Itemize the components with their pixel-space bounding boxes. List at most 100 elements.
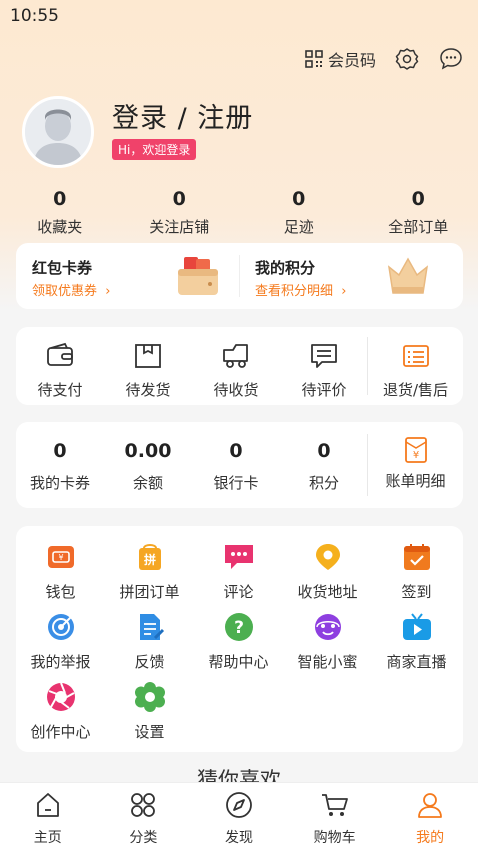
order-label: 待支付 — [37, 381, 83, 399]
location-icon — [315, 544, 340, 570]
stat-label: 足迹 — [283, 218, 314, 236]
coupon-entry[interactable]: 红包卡券 领取优惠券 › — [16, 243, 239, 309]
tool-label: 智能小蜜 — [297, 653, 358, 671]
promo-card: 红包卡券 领取优惠券 › 我的积分 查看积分明细 › — [16, 243, 463, 309]
tab-mine[interactable]: 我的 — [382, 783, 478, 850]
calendar-check-icon — [403, 544, 430, 570]
tool-feedback[interactable]: 反馈 — [105, 612, 194, 672]
member-code-label: 会员码 — [327, 51, 376, 70]
tab-discover[interactable]: 发现 — [191, 783, 287, 850]
home-icon — [36, 793, 59, 817]
stat-value: 0 — [53, 188, 67, 210]
bill-icon: ¥ — [404, 437, 427, 463]
stat-value: 0 — [292, 188, 306, 210]
help-glyph: ? — [234, 618, 244, 638]
asset-bank-cards[interactable]: 0 银行卡 — [192, 422, 280, 508]
stat-label: 全部订单 — [388, 218, 449, 236]
member-code-button[interactable]: 会员码 — [304, 47, 376, 71]
tab-label: 我的 — [416, 830, 445, 846]
comment-icon — [311, 344, 337, 368]
cart-icon — [321, 794, 348, 816]
tool-label: 反馈 — [134, 653, 165, 671]
avatar[interactable] — [22, 96, 94, 168]
tool-creator-center[interactable]: 创作中心 — [16, 682, 105, 742]
tool-my-reports[interactable]: 我的举报 — [16, 612, 105, 672]
order-label: 待收货 — [213, 381, 259, 399]
tool-label: 帮助中心 — [208, 653, 269, 671]
coupon-link[interactable]: 领取优惠券 — [32, 284, 97, 299]
tool-settings[interactable]: 设置 — [105, 682, 194, 742]
stat-footprints[interactable]: 0 足迹 — [239, 188, 359, 237]
asset-value: 0 — [229, 440, 243, 462]
tool-label: 创作中心 — [30, 723, 91, 741]
tool-shipping-address[interactable]: 收货地址 — [283, 542, 372, 602]
order-returns[interactable]: 退货/售后 — [368, 327, 463, 405]
points-entry[interactable]: 我的积分 查看积分明细 › — [239, 243, 462, 309]
asset-value: 0.00 — [124, 440, 172, 462]
box-icon — [135, 344, 161, 368]
stat-followed-stores[interactable]: 0 关注店铺 — [120, 188, 240, 237]
default-avatar-icon — [25, 99, 91, 165]
header-actions: 会员码 — [304, 46, 464, 72]
order-pending-review[interactable]: 待评价 — [280, 327, 368, 405]
tab-cart[interactable]: 购物车 — [287, 783, 383, 850]
message-icon[interactable] — [438, 46, 464, 72]
tab-label: 分类 — [129, 830, 158, 846]
tool-wallet[interactable]: ¥ 钱包 — [16, 542, 105, 602]
orders-card: 待支付 待发货 待收货 待评价 退货/售后 — [16, 327, 463, 405]
tool-group-buy-orders[interactable]: 拼 拼团订单 — [105, 542, 194, 602]
user-icon — [418, 793, 443, 818]
order-pending-shipment[interactable]: 待发货 — [104, 327, 192, 405]
order-pending-receipt[interactable]: 待收货 — [192, 327, 280, 405]
tab-category[interactable]: 分类 — [96, 783, 192, 850]
return-list-icon — [402, 345, 429, 367]
points-link[interactable]: 查看积分明细 — [255, 284, 333, 299]
login-register-link[interactable]: 登录 / 注册 — [112, 96, 253, 135]
order-label: 待发货 — [125, 381, 171, 399]
truck-icon — [223, 344, 248, 368]
comment-icon — [224, 545, 253, 569]
tool-merchant-live[interactable]: 商家直播 — [372, 612, 461, 672]
asset-balance[interactable]: 0.00 余额 — [104, 422, 192, 508]
asset-label: 余额 — [132, 474, 163, 492]
tool-label: 商家直播 — [386, 653, 447, 671]
asset-label: 银行卡 — [213, 474, 259, 492]
aperture-icon — [46, 682, 75, 711]
tool-comments[interactable]: 评论 — [194, 542, 283, 602]
wallet-icon: ¥ — [47, 546, 74, 568]
tool-smart-assistant[interactable]: 智能小蜜 — [283, 612, 372, 672]
tool-label: 钱包 — [45, 583, 76, 601]
order-pending-payment[interactable]: 待支付 — [16, 327, 104, 405]
live-icon — [402, 613, 431, 640]
chevron-right-icon: › — [337, 284, 347, 299]
chevron-right-icon: › — [101, 284, 111, 299]
tool-help-center[interactable]: ? 帮助中心 — [194, 612, 283, 672]
tool-check-in[interactable]: 签到 — [372, 542, 461, 602]
assets-card: 0 我的卡券 0.00 余额 0 银行卡 0 积分 ¥ 账单明细 — [16, 422, 463, 508]
tab-label: 购物车 — [313, 830, 356, 846]
tab-home[interactable]: 主页 — [0, 783, 96, 850]
bill-details-button[interactable]: ¥ 账单明细 — [368, 422, 463, 508]
tool-label: 拼团订单 — [119, 583, 180, 601]
compass-icon — [226, 792, 252, 818]
order-label: 退货/售后 — [382, 381, 449, 399]
group-buy-glyph: 拼 — [143, 552, 155, 567]
category-icon — [131, 793, 156, 817]
settings-gear-icon[interactable] — [394, 46, 420, 72]
settings-flower-icon — [134, 682, 165, 712]
stat-value: 0 — [411, 188, 425, 210]
asset-label: 我的卡券 — [29, 474, 90, 492]
greeting-badge: Hi，欢迎登录 — [112, 139, 197, 160]
tools-card: ¥ 钱包 拼 拼团订单 评论 收货地址 签到 我的举报 反馈 ? 帮助中心 智能… — [16, 526, 463, 752]
bill-details-label: 账单明细 — [385, 472, 446, 490]
divider — [367, 434, 368, 496]
tool-label: 收货地址 — [297, 583, 358, 601]
asset-my-coupons[interactable]: 0 我的卡券 — [16, 422, 104, 508]
bill-icon-glyph: ¥ — [412, 450, 418, 461]
asset-points[interactable]: 0 积分 — [280, 422, 368, 508]
stat-favorites[interactable]: 0 收藏夹 — [0, 188, 120, 237]
tool-label: 评论 — [223, 583, 254, 601]
stat-all-orders[interactable]: 0 全部订单 — [359, 188, 478, 237]
qr-code-icon — [305, 50, 323, 68]
stats-row: 0 收藏夹 0 关注店铺 0 足迹 0 全部订单 — [0, 188, 478, 237]
